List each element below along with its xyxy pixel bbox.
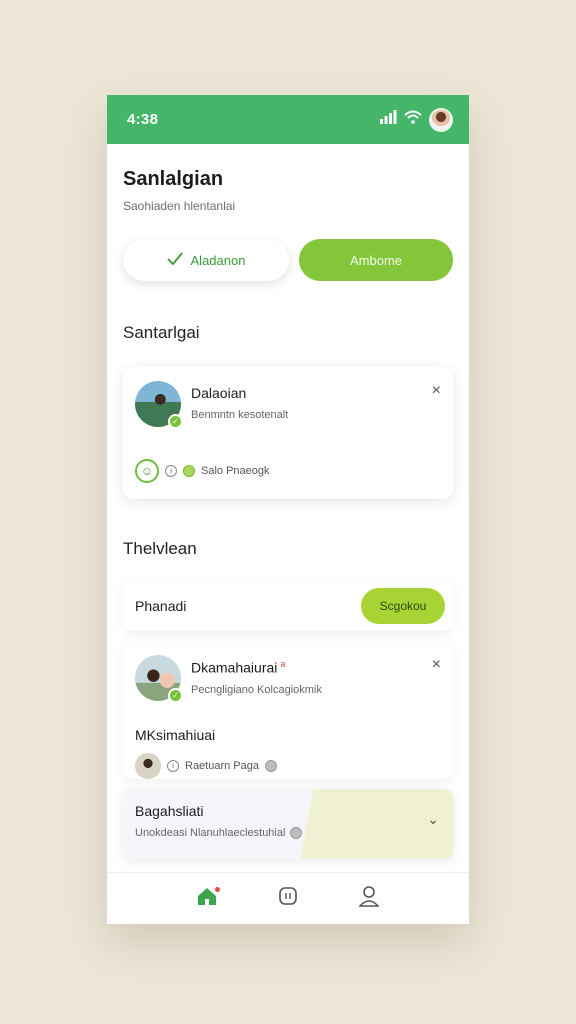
primary-action-label: Ambome	[349, 252, 403, 268]
status-bar: 4:38	[107, 95, 469, 144]
sub-title: MKsimahiuai	[135, 727, 216, 743]
person-name: Dalaoian	[191, 385, 247, 401]
main-content: Sanlalgian Saohiaden hlentanlai Aladanon…	[107, 168, 469, 859]
collapsed-card[interactable]: Bagahsliati Unokdeasi Nlanuhlaeclestuhia…	[123, 789, 453, 859]
info-icon: i	[167, 760, 179, 772]
nav-middle[interactable]	[274, 885, 302, 913]
tag-icon	[265, 760, 277, 772]
square-icon	[278, 886, 298, 911]
mini-avatar	[135, 753, 161, 779]
avatar-2: ✓	[135, 655, 183, 703]
phone-frame: 4:38 Sanlalgian Saohiaden hlentanlai Ala…	[107, 95, 469, 924]
person-card[interactable]: ✓ Dalaoian Benmntn kesotenalt × ☺ i Salo…	[123, 367, 453, 499]
secondary-action-button[interactable]: Aladanon	[123, 239, 289, 281]
notification-dot	[215, 886, 221, 892]
status-indicators	[379, 107, 453, 132]
page-subtitle: Saohiaden hlentanlai	[123, 199, 236, 213]
profile-avatar[interactable]	[429, 107, 453, 132]
search-button[interactable]: Scgokou	[361, 588, 445, 624]
meta-text: Salo Pnaeogk	[201, 465, 270, 477]
group-icon[interactable]: ☺	[135, 459, 159, 483]
nav-home[interactable]	[193, 885, 221, 913]
page-title: Sanlalgian	[123, 168, 224, 190]
check-icon	[166, 251, 183, 269]
secondary-action-label: Aladanon	[190, 252, 246, 268]
collapsed-card-title: Bagahsliati	[135, 803, 204, 819]
bottom-nav	[107, 872, 469, 924]
verified-badge-icon: ✓	[168, 688, 183, 703]
action-buttons: Aladanon Ambome	[123, 239, 453, 281]
person-text-2: Dkamahaiurai a Pecngligiano Kolcagiokmik	[191, 655, 322, 696]
close-icon[interactable]: ×	[432, 657, 441, 673]
person-description: Benmntn kesotenalt	[191, 409, 289, 421]
avatar: ✓	[135, 381, 183, 429]
primary-action-button[interactable]: Ambome	[299, 239, 453, 281]
person-row-2: ✓ Dkamahaiurai a Pecngligiano Kolcagiokmi…	[135, 655, 441, 703]
notification-badge: a	[280, 659, 286, 669]
person-card-2[interactable]: ✓ Dkamahaiurai a Pecngligiano Kolcagiokmi…	[123, 641, 453, 779]
card-meta: ☺ i Salo Pnaeogk	[135, 459, 270, 483]
signal-icon	[379, 110, 397, 129]
person-description-2: Pecngligiano Kolcagiokmik	[191, 683, 322, 696]
section-title-2: Thelvlean	[123, 539, 197, 558]
search-row: Phanadi Scgokou	[123, 581, 453, 631]
person-name-2-text: Dkamahaiurai	[191, 659, 278, 676]
person-text: Dalaoian Benmntn kesotenalt	[191, 381, 288, 421]
sub-row: i Raetuarn Paga	[135, 753, 441, 779]
person-name-2: Dkamahaiurai a	[191, 659, 322, 676]
info-icon: i	[165, 465, 177, 477]
close-icon[interactable]: ×	[432, 383, 441, 399]
sub-meta-text: Raetuarn Paga	[185, 760, 259, 772]
status-time: 4:38	[127, 111, 159, 128]
user-icon	[357, 885, 380, 912]
chevron-down-icon[interactable]: ⌄	[427, 811, 439, 828]
collapsed-card-desc-row: Unokdeasi Nlanuhlaeclestuhial	[135, 827, 441, 839]
tag-icon	[290, 827, 303, 839]
tag-icon	[183, 465, 195, 477]
person-row: ✓ Dalaoian Benmntn kesotenalt	[135, 381, 441, 429]
verified-badge-icon: ✓	[168, 414, 183, 429]
nav-profile[interactable]	[355, 885, 383, 913]
section-title: Santarlgai	[123, 323, 200, 342]
wifi-icon	[404, 110, 422, 129]
search-label: Phanadi	[135, 598, 187, 614]
collapsed-card-description: Unokdeasi Nlanuhlaeclestuhial	[135, 827, 286, 839]
